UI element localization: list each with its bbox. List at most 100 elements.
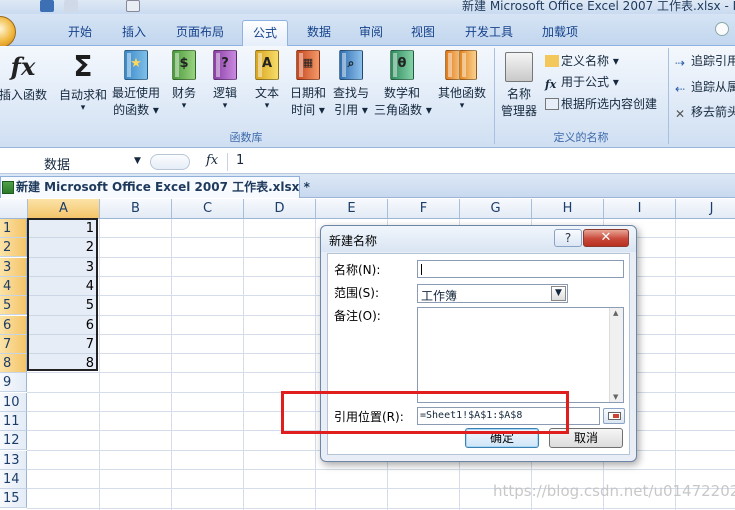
create-from-selection-button[interactable]: 根据所选内容创建 [545, 95, 657, 112]
name-manager-icon [505, 52, 533, 82]
financial-button[interactable]: $ 财务 ▾ [168, 50, 200, 111]
row-header-12[interactable]: 12 [0, 431, 27, 451]
cell-A7[interactable]: 7 [28, 335, 97, 354]
insert-function-button[interactable]: fx 插入函数 [0, 52, 48, 103]
name-input[interactable] [417, 260, 624, 278]
scroll-down-icon[interactable]: ▼ [613, 393, 618, 401]
row-header-1[interactable]: 1 [0, 219, 27, 238]
column-header-A[interactable]: A [28, 199, 100, 219]
more-functions-label: 其他函数 [437, 86, 486, 100]
text-dropdown: ▾ [264, 101, 270, 111]
row-header-4[interactable]: 4 [0, 276, 27, 296]
dialog-title: 新建名称 [329, 234, 378, 248]
column-header-H[interactable]: H [532, 199, 604, 219]
workbook-tab[interactable]: 新建 Microsoft Office Excel 2007 工作表.xlsx … [0, 176, 310, 198]
datetime-book-icon: ▦ [296, 50, 320, 80]
cell-A2[interactable]: 2 [28, 238, 97, 257]
gridline-vertical [243, 219, 244, 510]
dialog-help-button[interactable]: ? [554, 229, 582, 247]
row-header-6[interactable]: 6 [0, 315, 27, 335]
recent-functions-button[interactable]: ★ 最近使用 的函数 ▾ [110, 50, 162, 118]
datetime-button[interactable]: ▦ 日期和 时间 ▾ [288, 50, 328, 118]
tab-insert[interactable]: 插入 [110, 20, 158, 46]
row-header-8[interactable]: 8 [0, 354, 27, 374]
chevron-down-icon[interactable]: ▼ [551, 286, 566, 301]
financial-book-icon: $ [172, 50, 196, 80]
insert-function-fx-icon[interactable]: fx [206, 153, 218, 168]
logical-dropdown: ▾ [222, 101, 228, 111]
help-icon[interactable] [715, 22, 729, 36]
column-header-D[interactable]: D [244, 199, 316, 219]
cell-A8[interactable]: 8 [28, 354, 97, 373]
dialog-title-bar[interactable]: 新建名称 ? ✕ [321, 226, 636, 252]
autosum-dropdown: ▾ [80, 103, 86, 113]
scope-select[interactable]: 工作簿 ▼ [417, 284, 568, 303]
row-header-2[interactable]: 2 [0, 238, 27, 258]
row-header-5[interactable]: 5 [0, 296, 27, 316]
remove-arrows-button[interactable]: ✕ 移去箭头 [675, 103, 735, 121]
formula-input[interactable]: 1 [236, 153, 244, 168]
tab-addins[interactable]: 加载项 [532, 20, 588, 46]
sigma-icon: Σ [73, 50, 93, 83]
row-header-7[interactable]: 7 [0, 334, 27, 354]
autosum-button[interactable]: Σ 自动求和 ▾ [56, 50, 110, 114]
column-header-B[interactable]: B [100, 199, 172, 219]
cell-A6[interactable]: 6 [28, 316, 97, 335]
more-books-icon [445, 50, 479, 80]
trace-dependents-button[interactable]: ⇠ 追踪从属 [675, 78, 735, 96]
row-header-10[interactable]: 10 [0, 392, 27, 412]
undo-icon[interactable] [64, 0, 78, 12]
row-header-15[interactable]: 15 [0, 489, 27, 509]
trace-precedents-button[interactable]: ⇢ 追踪引用 [675, 52, 735, 70]
tab-view[interactable]: 视图 [400, 20, 446, 46]
tab-developer[interactable]: 开发工具 [456, 20, 522, 46]
text-label: 文本 [254, 86, 279, 100]
tab-review[interactable]: 审阅 [348, 20, 394, 46]
logical-button[interactable]: ? 逻辑 ▾ [209, 50, 241, 111]
column-header-J[interactable]: J [676, 199, 735, 219]
column-header-F[interactable]: F [388, 199, 460, 219]
formula-bar-splitter[interactable] [150, 154, 190, 170]
gridline-vertical [315, 219, 316, 510]
more-functions-button[interactable]: 其他函数 ▾ [434, 50, 490, 111]
tab-formulas[interactable]: 公式 [242, 20, 288, 46]
define-name-button[interactable]: 定义名称 ▾ [545, 52, 619, 69]
select-all-corner[interactable] [0, 199, 28, 219]
cell-A3[interactable]: 3 [28, 258, 97, 277]
lookup-reference-button[interactable]: ⌕ 查找与 引用 ▾ [330, 50, 372, 118]
row-header-11[interactable]: 11 [0, 412, 27, 431]
collapse-dialog-icon[interactable] [603, 408, 625, 424]
column-header-I[interactable]: I [604, 199, 676, 219]
autosum-label: 自动求和 [58, 88, 107, 102]
print-preview-icon[interactable] [126, 0, 140, 12]
save-icon[interactable] [40, 0, 54, 12]
comment-textarea[interactable]: ▲ ▼ [417, 307, 624, 403]
scope-select-value: 工作簿 [421, 289, 458, 303]
ribbon-tab-bar: 开始 插入 页面布局 公式 数据 审阅 视图 开发工具 加载项 [0, 14, 735, 46]
tab-page-layout[interactable]: 页面布局 [166, 20, 234, 46]
text-functions-button[interactable]: A 文本 ▾ [251, 50, 283, 111]
name-box[interactable]: 数据 ▼ [0, 153, 147, 173]
math-trig-button[interactable]: θ 数学和 三角函数 ▾ [374, 50, 432, 118]
cell-A1[interactable]: 1 [28, 219, 97, 238]
row-header-9[interactable]: 9 [0, 373, 27, 393]
name-manager-button[interactable]: 名称 管理器 [498, 52, 540, 119]
row-header-14[interactable]: 14 [0, 469, 27, 489]
row-header-13[interactable]: 13 [0, 450, 27, 470]
datetime-label-1: 日期和 [289, 86, 326, 100]
cell-A4[interactable]: 4 [28, 277, 97, 296]
comment-scrollbar[interactable]: ▲ ▼ [609, 308, 623, 402]
scroll-up-icon[interactable]: ▲ [613, 309, 618, 317]
row-header-3[interactable]: 3 [0, 257, 27, 277]
tab-home[interactable]: 开始 [56, 20, 104, 46]
column-header-G[interactable]: G [460, 199, 532, 219]
column-header-E[interactable]: E [316, 199, 388, 219]
cell-A5[interactable]: 5 [28, 296, 97, 315]
column-header-C[interactable]: C [172, 199, 244, 219]
tab-data[interactable]: 数据 [296, 20, 342, 46]
window-title: 新建 Microsoft Office Excel 2007 工作表.xlsx … [462, 0, 735, 13]
dialog-close-button[interactable]: ✕ [583, 229, 629, 247]
trace-dependents-label: 追踪从属 [691, 80, 735, 94]
name-box-dropdown-icon[interactable]: ▼ [134, 156, 141, 166]
use-in-formula-button[interactable]: fx 用于公式 ▾ [545, 73, 619, 91]
